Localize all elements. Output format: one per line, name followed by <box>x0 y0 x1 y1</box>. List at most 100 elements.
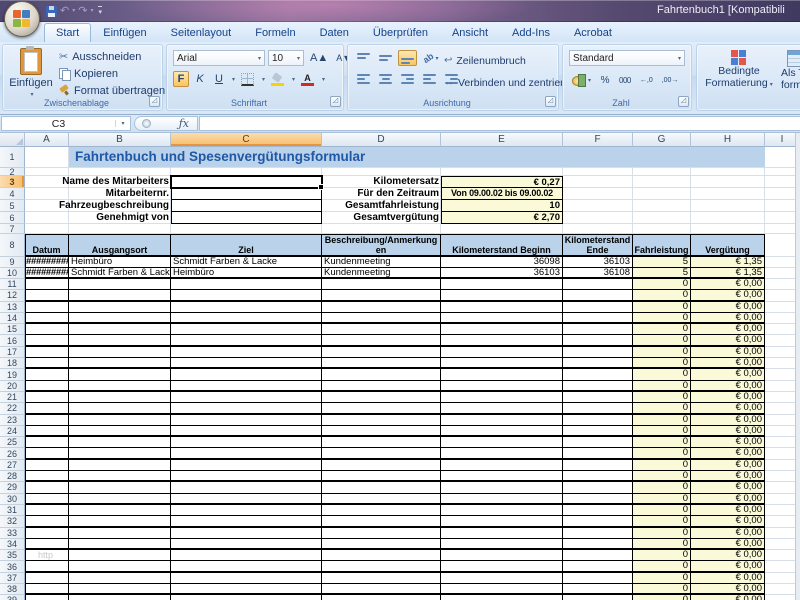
cell-C13[interactable] <box>171 302 322 313</box>
cell-F38[interactable] <box>563 584 633 595</box>
cell-D28[interactable] <box>322 471 441 482</box>
cell-H21[interactable]: € 0,00 <box>691 392 765 403</box>
cell-A1[interactable] <box>25 147 69 168</box>
cell-A15[interactable] <box>25 324 69 335</box>
currency-format-button[interactable]: ▾ <box>569 72 594 88</box>
row-header-31[interactable]: 31 <box>0 505 25 516</box>
cell-A11[interactable] <box>25 279 69 290</box>
insert-function-icon[interactable]: ƒx <box>179 117 189 130</box>
cell-A31[interactable] <box>25 505 69 516</box>
column-header-C[interactable]: C <box>171 133 322 147</box>
cell-A20[interactable] <box>25 381 69 392</box>
cell-C18[interactable] <box>171 358 322 369</box>
cell-B26[interactable] <box>69 448 171 459</box>
cell-F29[interactable] <box>563 482 633 493</box>
thousands-format-button[interactable]: 000 <box>616 72 634 88</box>
cell-B15[interactable] <box>69 324 171 335</box>
cell-A28[interactable] <box>25 471 69 482</box>
cell-F33[interactable] <box>563 528 633 539</box>
fill-color-button[interactable] <box>268 71 287 87</box>
cell-C29[interactable] <box>171 482 322 493</box>
cell-C23[interactable] <box>171 415 322 426</box>
align-bottom-button[interactable] <box>398 50 417 66</box>
cell-H22[interactable]: € 0,00 <box>691 403 765 414</box>
cell-A39[interactable] <box>25 595 69 600</box>
cell-A2[interactable] <box>25 168 69 176</box>
cell-B36[interactable] <box>69 561 171 572</box>
borders-dropdown-icon[interactable]: ▾ <box>262 76 265 83</box>
cell-F36[interactable] <box>563 561 633 572</box>
name-box-dropdown-icon[interactable]: ▾ <box>115 120 130 127</box>
cell-E17[interactable] <box>441 347 563 358</box>
row-header-36[interactable]: 36 <box>0 561 25 572</box>
cell-H1[interactable] <box>691 147 765 168</box>
cell-F32[interactable] <box>563 516 633 527</box>
cell-E26[interactable] <box>441 448 563 459</box>
cell-H31[interactable]: € 0,00 <box>691 505 765 516</box>
row-header-11[interactable]: 11 <box>0 279 25 290</box>
cell-H8[interactable]: Vergütung <box>691 234 765 257</box>
tab-einf-gen[interactable]: Einfügen <box>91 23 158 42</box>
cell-H30[interactable]: € 0,00 <box>691 494 765 505</box>
cell-H26[interactable]: € 0,00 <box>691 448 765 459</box>
cell-C34[interactable] <box>171 539 322 550</box>
cell-B11[interactable] <box>69 279 171 290</box>
cell-H36[interactable]: € 0,00 <box>691 561 765 572</box>
cell-G7[interactable] <box>633 224 691 234</box>
align-right-button[interactable] <box>398 71 417 87</box>
cell-E5[interactable]: 10 <box>441 200 563 212</box>
vertical-scrollbar[interactable] <box>795 133 800 600</box>
cell-E27[interactable] <box>441 460 563 471</box>
cell-B31[interactable] <box>69 505 171 516</box>
cell-C28[interactable] <box>171 471 322 482</box>
align-top-button[interactable] <box>354 50 373 66</box>
cell-F10[interactable]: 36108 <box>563 268 633 279</box>
cell-D18[interactable] <box>322 358 441 369</box>
cell-C37[interactable] <box>171 573 322 584</box>
number-dialog-launcher[interactable]: ◿ <box>678 96 689 107</box>
cell-E30[interactable] <box>441 494 563 505</box>
cell-G15[interactable]: 0 <box>633 324 691 335</box>
cell-D31[interactable] <box>322 505 441 516</box>
cell-H25[interactable]: € 0,00 <box>691 437 765 448</box>
cell-G20[interactable]: 0 <box>633 381 691 392</box>
cell-F13[interactable] <box>563 302 633 313</box>
cell-D2[interactable] <box>322 168 441 176</box>
percent-format-button[interactable]: % <box>597 72 613 88</box>
cell-G1[interactable] <box>633 147 691 168</box>
cell-C6[interactable] <box>171 212 322 224</box>
underline-dropdown-icon[interactable]: ▾ <box>232 76 235 83</box>
cell-F7[interactable] <box>563 224 633 234</box>
cell-E9[interactable]: 36098 <box>441 257 563 268</box>
cell-F31[interactable] <box>563 505 633 516</box>
cell-H5[interactable] <box>691 200 765 212</box>
cell-C20[interactable] <box>171 381 322 392</box>
cell-E22[interactable] <box>441 403 563 414</box>
row-header-13[interactable]: 13 <box>0 302 25 313</box>
cell-A17[interactable] <box>25 347 69 358</box>
cell-F35[interactable] <box>563 550 633 561</box>
cell-H16[interactable]: € 0,00 <box>691 335 765 346</box>
cell-F30[interactable] <box>563 494 633 505</box>
cell-C8[interactable]: Ziel <box>171 234 322 257</box>
row-header-33[interactable]: 33 <box>0 528 25 539</box>
cell-B29[interactable] <box>69 482 171 493</box>
tab--berpr-fen[interactable]: Überprüfen <box>361 23 440 42</box>
cell-B7[interactable] <box>69 224 171 234</box>
cell-G29[interactable]: 0 <box>633 482 691 493</box>
cell-E18[interactable] <box>441 358 563 369</box>
column-header-A[interactable]: A <box>25 133 69 147</box>
cell-A16[interactable] <box>25 335 69 346</box>
cell-F19[interactable] <box>563 369 633 380</box>
cell-E2[interactable] <box>441 168 563 176</box>
cell-B28[interactable] <box>69 471 171 482</box>
cell-H29[interactable]: € 0,00 <box>691 482 765 493</box>
cell-G35[interactable]: 0 <box>633 550 691 561</box>
paste-button[interactable]: Einfügen ▾ <box>7 48 55 98</box>
cell-D34[interactable] <box>322 539 441 550</box>
cell-A34[interactable] <box>25 539 69 550</box>
cell-F22[interactable] <box>563 403 633 414</box>
cell-B2[interactable] <box>69 168 171 176</box>
cell-F27[interactable] <box>563 460 633 471</box>
align-center-button[interactable] <box>376 71 395 87</box>
